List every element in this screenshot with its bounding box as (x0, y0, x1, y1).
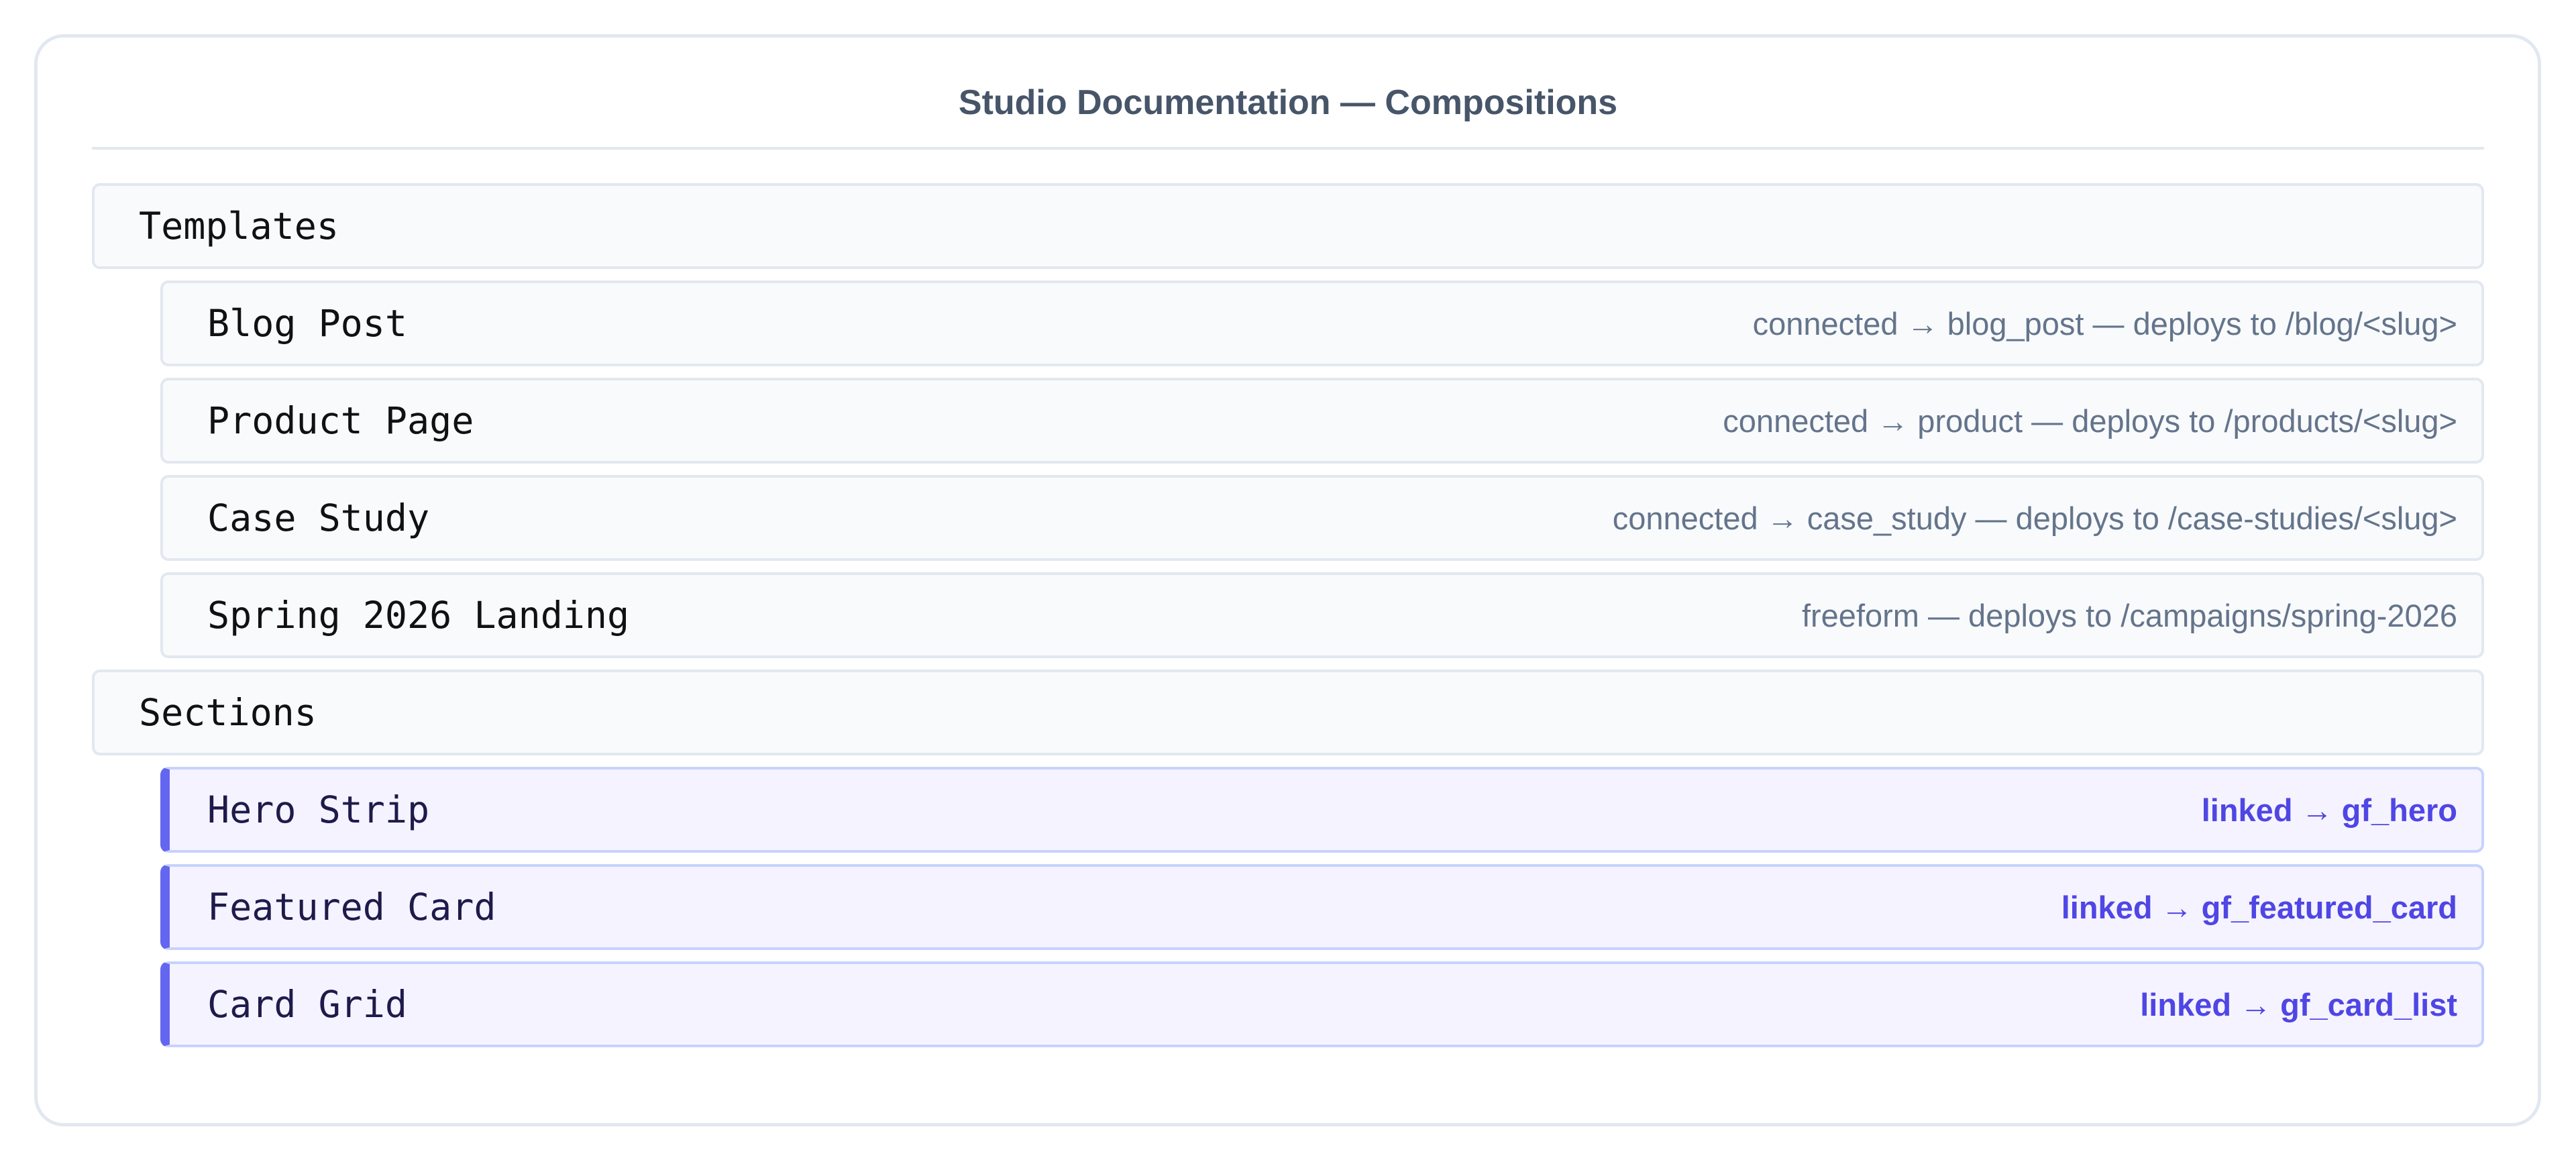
section-link[interactable]: linked → gf_card_list (2140, 986, 2457, 1023)
title-divider (92, 147, 2484, 150)
template-name: Blog Post (207, 302, 408, 345)
group-label: Sections (139, 691, 317, 734)
template-item-product-page[interactable]: Product Page connected → product — deplo… (160, 378, 2484, 464)
section-item-hero-strip[interactable]: Hero Strip linked → gf_hero (160, 767, 2484, 853)
template-name: Spring 2026 Landing (207, 594, 630, 637)
template-name: Product Page (207, 399, 474, 442)
section-item-card-grid[interactable]: Card Grid linked → gf_card_list (160, 961, 2484, 1047)
section-item-featured-card[interactable]: Featured Card linked → gf_featured_card (160, 864, 2484, 950)
template-meta: connected → blog_post — deploys to /blog… (1752, 305, 2457, 341)
group-sections[interactable]: Sections (92, 670, 2484, 755)
template-meta: connected → case_study — deploys to /cas… (1612, 500, 2457, 536)
section-name: Card Grid (207, 983, 408, 1026)
group-templates[interactable]: Templates (92, 183, 2484, 269)
section-link[interactable]: linked → gf_hero (2202, 792, 2457, 829)
template-item-spring-2026-landing[interactable]: Spring 2026 Landing freeform — deploys t… (160, 572, 2484, 658)
template-item-blog-post[interactable]: Blog Post connected → blog_post — deploy… (160, 280, 2484, 366)
section-link[interactable]: linked → gf_featured_card (2061, 889, 2457, 926)
group-label: Templates (139, 205, 339, 248)
template-name: Case Study (207, 496, 430, 539)
section-name: Hero Strip (207, 788, 430, 831)
template-item-case-study[interactable]: Case Study connected → case_study — depl… (160, 475, 2484, 561)
section-name: Featured Card (207, 886, 496, 929)
template-meta: connected → product — deploys to /produc… (1723, 403, 2457, 439)
page-title: Studio Documentation — Compositions (958, 83, 1618, 122)
template-meta: freeform — deploys to /campaigns/spring-… (1801, 597, 2457, 633)
